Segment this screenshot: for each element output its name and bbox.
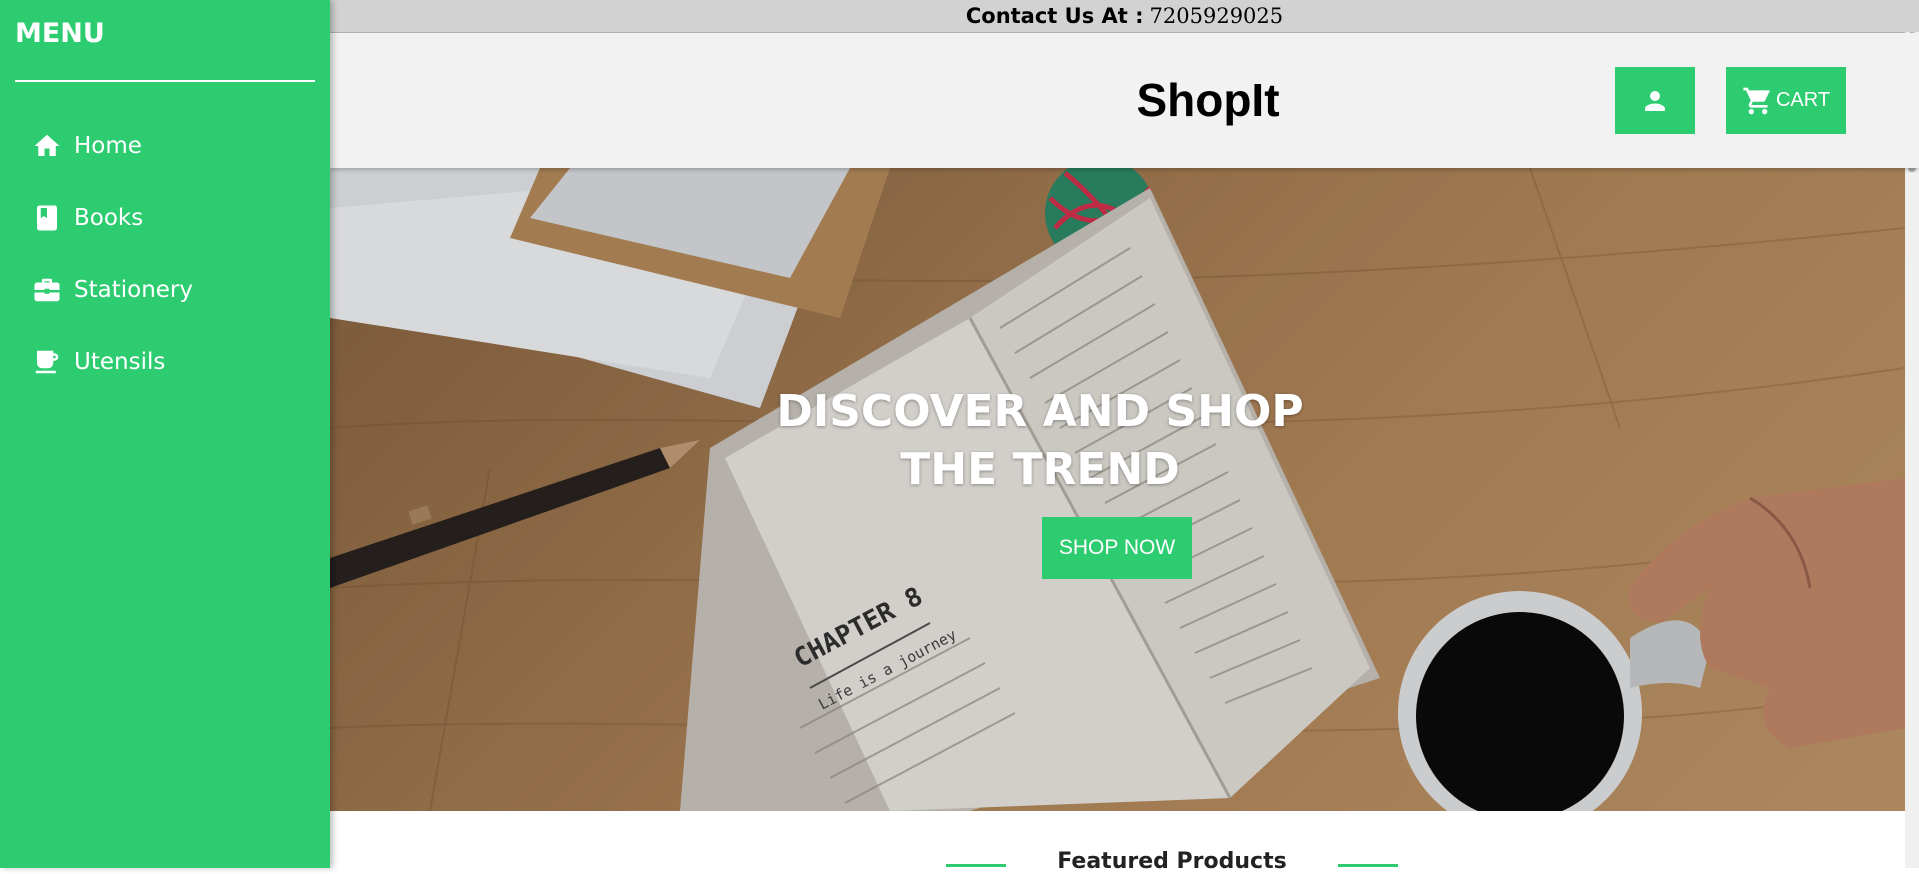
- featured-divider-left: [946, 864, 1006, 867]
- sidebar-item-label: Stationery: [74, 277, 193, 303]
- user-icon: [1645, 90, 1665, 111]
- sidebar-item-label: Books: [74, 205, 144, 231]
- menu-title: MENU: [15, 18, 105, 49]
- briefcase-icon: [32, 275, 62, 305]
- cart-label: CART: [1775, 89, 1831, 111]
- menu-list: Home Books Stationery Utensils: [0, 110, 330, 398]
- menu-divider: [15, 80, 315, 82]
- hero-title: DISCOVER AND SHOP THE TREND: [750, 383, 1330, 499]
- cart-button[interactable]: CART: [1726, 67, 1846, 134]
- shop-now-button[interactable]: SHOP NOW: [1042, 517, 1192, 579]
- sidebar-item-stationery[interactable]: Stationery: [0, 254, 330, 326]
- featured-title: Featured Products: [1057, 849, 1287, 874]
- sidebar-item-books[interactable]: Books: [0, 182, 330, 254]
- contact-phone: 7205929025: [1149, 4, 1284, 28]
- cup-icon: [32, 347, 62, 377]
- contact-bar: Contact Us At : 7205929025: [330, 0, 1919, 33]
- hero-title-line-2: THE TREND: [900, 444, 1180, 495]
- brand-logo[interactable]: ShopIt: [1048, 73, 1368, 127]
- book-icon: [32, 203, 62, 233]
- sidebar-item-label: Home: [74, 133, 142, 159]
- sidebar: MENU Home Books Stationery Utensils: [0, 0, 330, 868]
- home-icon: [32, 131, 62, 161]
- sidebar-item-home[interactable]: Home: [0, 110, 330, 182]
- hero-title-line-1: DISCOVER AND SHOP: [776, 386, 1304, 437]
- featured-divider-right: [1338, 864, 1398, 867]
- contact-label: Contact Us At :: [965, 4, 1144, 28]
- account-button[interactable]: [1615, 67, 1695, 134]
- site-header: ShopIt CART: [330, 33, 1919, 168]
- featured-section: Featured Products: [330, 811, 1905, 874]
- hero-banner: CHAPTER 8 Life is a journey DISCOVER AND…: [330, 168, 1905, 811]
- sidebar-item-utensils[interactable]: Utensils: [0, 326, 330, 398]
- cart-icon: [1743, 87, 1770, 114]
- sidebar-item-label: Utensils: [74, 349, 166, 375]
